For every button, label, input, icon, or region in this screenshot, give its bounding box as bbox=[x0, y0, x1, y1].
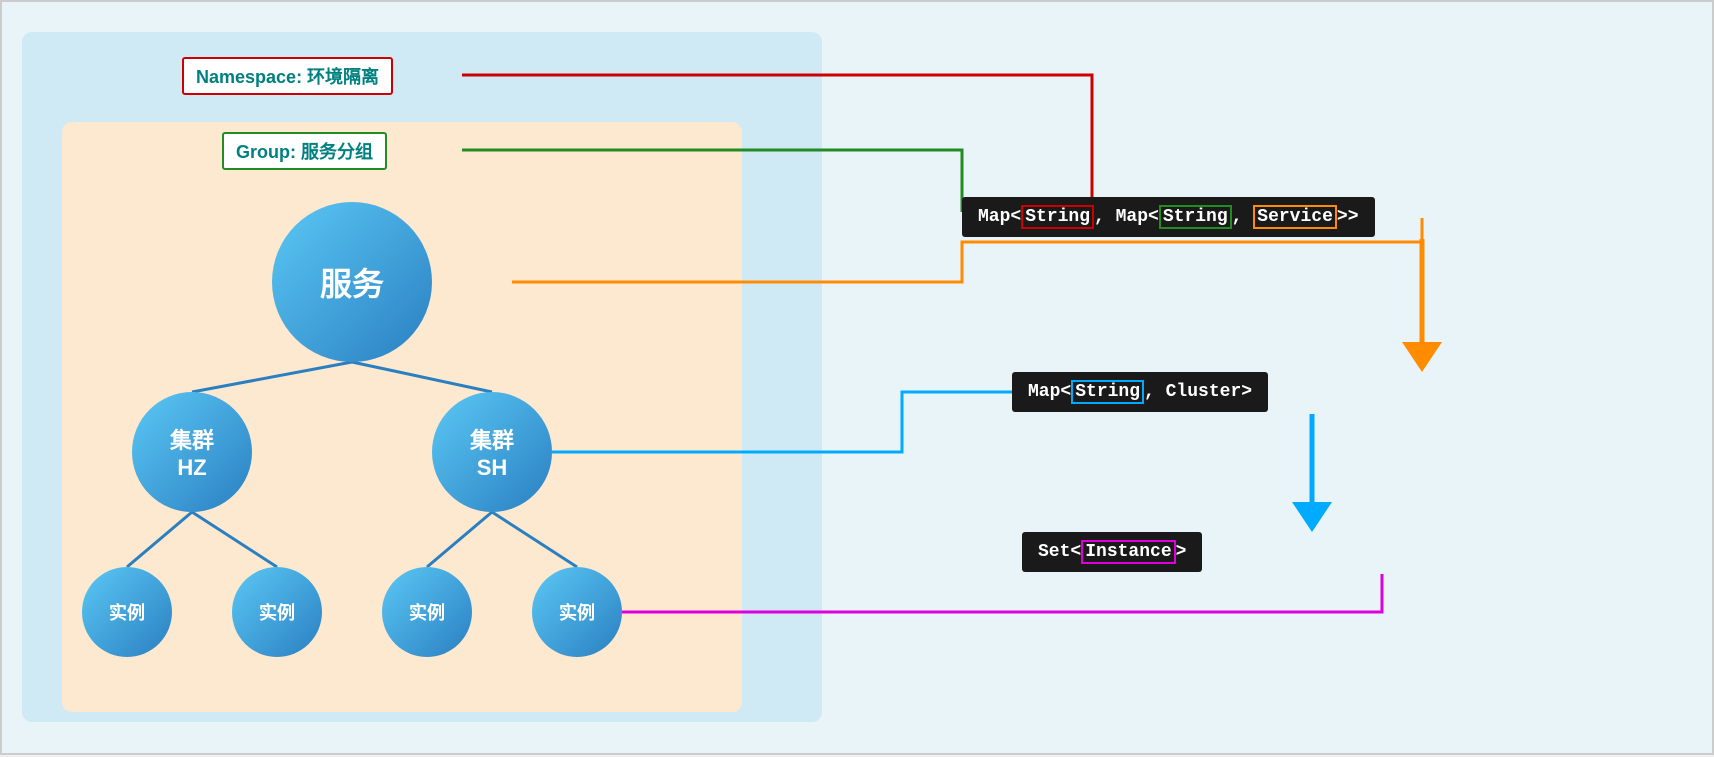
highlight-string3: String bbox=[1071, 380, 1144, 404]
instance-3-label: 实例 bbox=[409, 599, 445, 625]
main-container: Namespace: 环境隔离 Group: 服务分组 bbox=[0, 0, 1714, 755]
instance-1-label: 实例 bbox=[109, 599, 145, 625]
service-label: 服务 bbox=[320, 259, 384, 305]
namespace-box: Namespace: 环境隔离 bbox=[182, 57, 393, 95]
instance-2-label: 实例 bbox=[259, 599, 295, 625]
namespace-label: Namespace: 环境隔离 bbox=[196, 67, 379, 87]
code-box-map2: Map<String, Cluster> bbox=[1012, 372, 1268, 412]
node-cluster-sh: 集群SH bbox=[432, 392, 552, 512]
highlight-instance: Instance bbox=[1081, 540, 1175, 564]
node-instance-3: 实例 bbox=[382, 567, 472, 657]
node-instance-1: 实例 bbox=[82, 567, 172, 657]
highlight-string2: String bbox=[1159, 205, 1232, 229]
highlight-service: Service bbox=[1253, 205, 1337, 229]
code-box-set: Set<Instance> bbox=[1022, 532, 1202, 572]
highlight-string1: String bbox=[1021, 205, 1094, 229]
node-cluster-hz: 集群HZ bbox=[132, 392, 252, 512]
code-box-map1: Map<String, Map<String, Service>> bbox=[962, 197, 1375, 237]
node-service: 服务 bbox=[272, 202, 432, 362]
group-box: Group: 服务分组 bbox=[222, 132, 387, 170]
node-instance-2: 实例 bbox=[232, 567, 322, 657]
group-label: Group: 服务分组 bbox=[236, 142, 373, 162]
cluster-sh-label: 集群SH bbox=[470, 423, 514, 481]
node-instance-4: 实例 bbox=[532, 567, 622, 657]
cluster-hz-label: 集群HZ bbox=[170, 423, 214, 481]
instance-4-label: 实例 bbox=[559, 599, 595, 625]
